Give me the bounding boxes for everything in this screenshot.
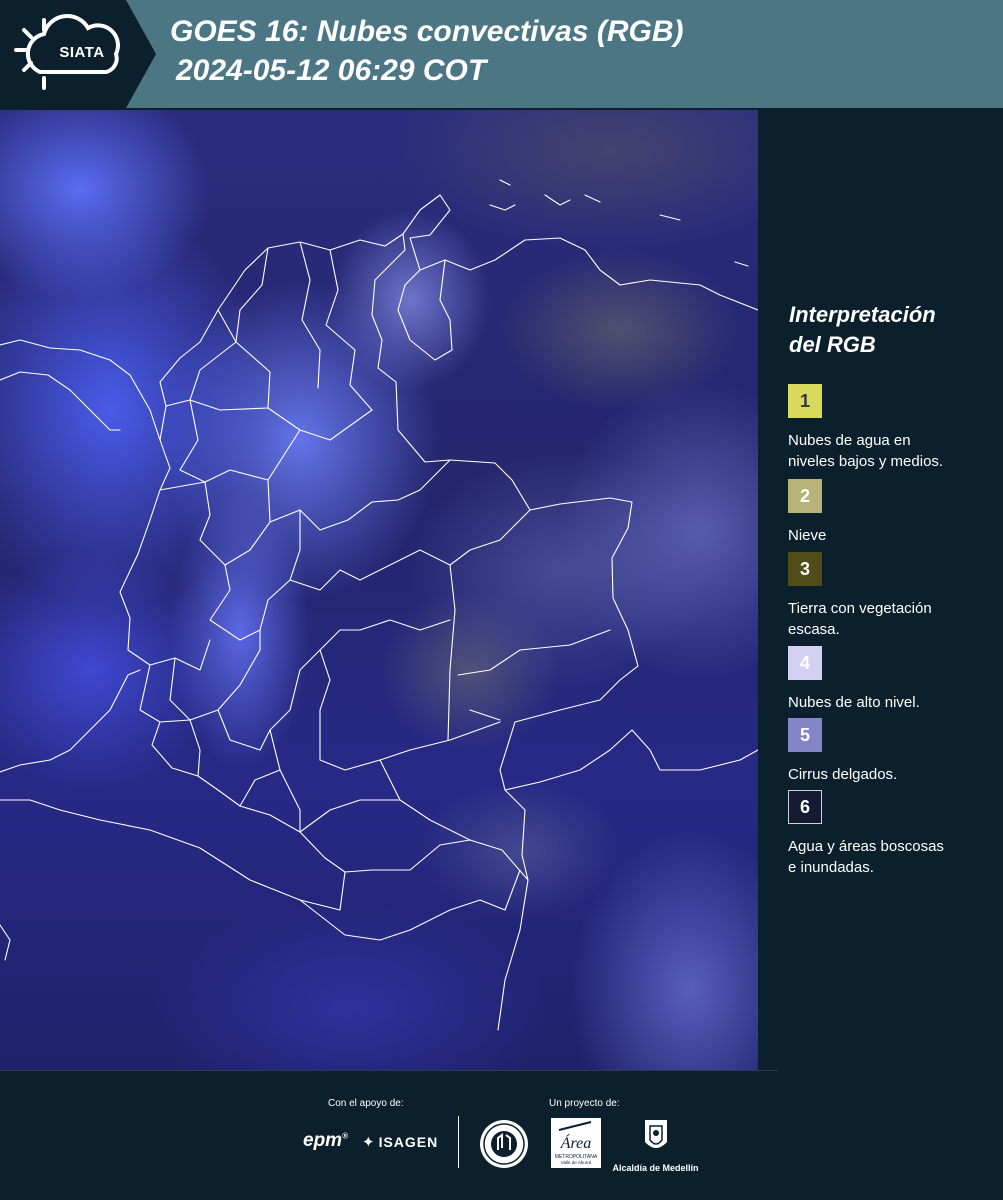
legend-item-2: 2 Nieve [788, 479, 998, 546]
isagen-logo-text: ISAGEN [378, 1134, 439, 1150]
legend-item-1: 1 Nubes de agua en niveles bajos y medio… [788, 384, 998, 472]
support-label: Con el apoyo de: [328, 1098, 404, 1109]
legend-label-2: Nieve [788, 527, 827, 544]
venezuela-border [402, 194, 758, 311]
shield-icon [644, 1120, 667, 1148]
legend-swatch-5: 5 [788, 718, 822, 752]
legend-title-line2: del RGB [789, 332, 876, 357]
legend-item-6: 6 Agua y áreas boscosas e inundadas. [788, 790, 998, 878]
isagen-logo[interactable]: ✦ ISAGEN [362, 1133, 438, 1151]
colombia-border [119, 233, 639, 881]
logo-text: SIATA [59, 44, 105, 61]
legend-swatch-6: 6 [788, 790, 822, 824]
legend-item-3: 3 Tierra con vegetación escasa. [788, 552, 998, 640]
footer-divider [0, 1070, 778, 1071]
ecuador-border [0, 669, 141, 773]
legend-item-4: 4 Nubes de alto nivel. [788, 646, 998, 713]
legend-label-1: Nubes de agua en niveles bajos y medios. [788, 432, 944, 470]
logo-divider [458, 1116, 459, 1168]
legend-swatch-2: 2 [788, 479, 822, 513]
brazil-border [497, 879, 529, 1031]
amva-sub2-text: Valle de Aburrá [561, 1160, 592, 1165]
legend-label-6: Agua y áreas boscosas e inundadas. [788, 838, 944, 876]
area-metropolitana-logo[interactable]: Área METROPOLITANA Valle de Aburrá [551, 1118, 601, 1168]
header: SIATA GOES 16: Nubes convectivas (RGB) 2… [0, 0, 1003, 108]
legend-swatch-3: 3 [788, 552, 822, 586]
medellin-seal-icon[interactable] [478, 1118, 530, 1170]
epm-logo[interactable]: epm® [303, 1130, 348, 1152]
legend-label-4: Nubes de alto nivel. [788, 694, 920, 711]
isagen-mark-icon: ✦ [362, 1134, 376, 1151]
project-label: Un proyecto de: [549, 1098, 620, 1109]
country-borders [0, 179, 758, 1031]
satellite-map[interactable] [0, 110, 758, 1070]
legend-label-5: Cirrus delgados. [788, 766, 898, 783]
legend-title: Interpretación del RGB [789, 300, 989, 360]
footer: Con el apoyo de: Un proyecto de: epm® ✦ I… [0, 1070, 1003, 1200]
legend-title-line1: Interpretación [789, 302, 936, 327]
legend-label-3: Tierra con vegetación escasa. [788, 600, 932, 638]
panama-border [0, 339, 161, 441]
amva-main-text: Área [560, 1133, 592, 1152]
legend-swatch-1: 1 [788, 384, 822, 418]
siata-logo[interactable]: SIATA [0, 0, 160, 108]
area-metropolitana-icon: Área METROPOLITANA Valle de Aburrá [555, 1121, 598, 1165]
legend-swatch-4: 4 [788, 646, 822, 680]
alcaldia-name: Alcaldía de Medellín [612, 1163, 699, 1173]
legend-panel: Interpretación del RGB 1 Nubes de agua e… [760, 110, 1003, 1070]
page-title: GOES 16: Nubes convectivas (RGB) [170, 15, 684, 48]
legend-item-5: 5 Cirrus delgados. [788, 718, 998, 785]
timestamp: 2024-05-12 06:29 COT [176, 54, 487, 87]
epm-logo-text: epm [303, 1130, 343, 1151]
alcaldia-medellin-logo[interactable]: Alcaldía de Medellín [608, 1118, 703, 1173]
